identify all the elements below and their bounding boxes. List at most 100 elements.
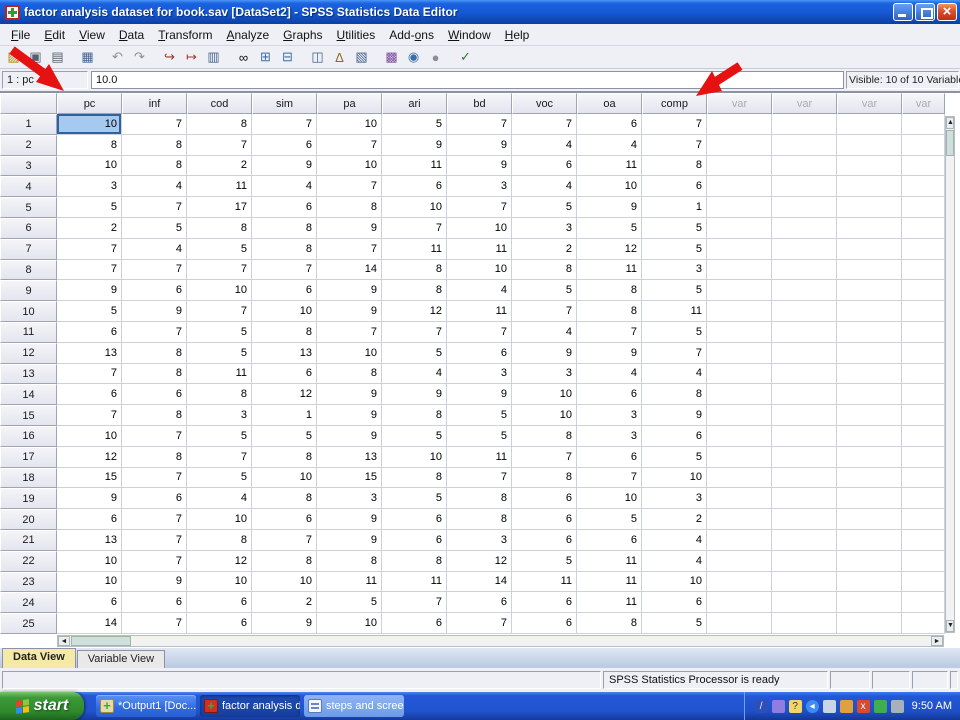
cell-14-var[interactable] bbox=[902, 384, 945, 405]
cell-4-ari[interactable]: 6 bbox=[382, 176, 447, 197]
cell-1-oa[interactable]: 6 bbox=[577, 114, 642, 135]
open-file-icon[interactable]: ▨ bbox=[3, 48, 24, 67]
print-icon[interactable]: ▤ bbox=[47, 48, 68, 67]
cell-17-oa[interactable]: 6 bbox=[577, 447, 642, 468]
cell-16-bd[interactable]: 5 bbox=[447, 426, 512, 447]
cell-1-sim[interactable]: 7 bbox=[252, 114, 317, 135]
cell-19-pa[interactable]: 3 bbox=[317, 488, 382, 509]
cell-14-voc[interactable]: 10 bbox=[512, 384, 577, 405]
cell-20-ari[interactable]: 6 bbox=[382, 509, 447, 530]
cell-2-pa[interactable]: 7 bbox=[317, 135, 382, 156]
cell-11-oa[interactable]: 7 bbox=[577, 322, 642, 343]
cell-7-var[interactable] bbox=[837, 239, 902, 260]
cell-20-cod[interactable]: 10 bbox=[187, 509, 252, 530]
insert-cases-icon[interactable]: ⊞ bbox=[255, 48, 276, 67]
cell-15-var[interactable] bbox=[837, 405, 902, 426]
restore-button[interactable] bbox=[915, 3, 935, 21]
cell-18-pa[interactable]: 15 bbox=[317, 468, 382, 489]
cell-25-pc[interactable]: 14 bbox=[57, 613, 122, 634]
cell-24-ari[interactable]: 7 bbox=[382, 592, 447, 613]
cell-19-var[interactable] bbox=[772, 488, 837, 509]
cell-7-inf[interactable]: 4 bbox=[122, 239, 187, 260]
menu-transform[interactable]: Transform bbox=[151, 26, 219, 44]
row-header-5[interactable]: 5 bbox=[0, 197, 57, 218]
cell-15-voc[interactable]: 10 bbox=[512, 405, 577, 426]
cell-8-pc[interactable]: 7 bbox=[57, 260, 122, 281]
cell-9-bd[interactable]: 4 bbox=[447, 280, 512, 301]
cell-7-var[interactable] bbox=[772, 239, 837, 260]
show-all-variables-icon[interactable]: ● bbox=[425, 48, 446, 67]
goto-case-icon[interactable]: ↪ bbox=[159, 48, 180, 67]
cell-2-var[interactable] bbox=[707, 135, 772, 156]
wireless-signal-icon[interactable] bbox=[874, 700, 887, 713]
tab-data-view[interactable]: Data View bbox=[2, 648, 76, 668]
cell-15-cod[interactable]: 3 bbox=[187, 405, 252, 426]
cell-25-var[interactable] bbox=[902, 613, 945, 634]
row-header-16[interactable]: 16 bbox=[0, 426, 57, 447]
cell-21-bd[interactable]: 3 bbox=[447, 530, 512, 551]
cell-25-var[interactable] bbox=[707, 613, 772, 634]
cell-2-ari[interactable]: 9 bbox=[382, 135, 447, 156]
cell-10-pc[interactable]: 5 bbox=[57, 301, 122, 322]
cell-2-oa[interactable]: 4 bbox=[577, 135, 642, 156]
cell-15-bd[interactable]: 5 bbox=[447, 405, 512, 426]
cell-21-var[interactable] bbox=[772, 530, 837, 551]
cell-20-var[interactable] bbox=[707, 509, 772, 530]
cell-11-comp[interactable]: 5 bbox=[642, 322, 707, 343]
row-header-9[interactable]: 9 bbox=[0, 280, 57, 301]
cell-10-cod[interactable]: 7 bbox=[187, 301, 252, 322]
cell-22-voc[interactable]: 5 bbox=[512, 551, 577, 572]
cell-17-sim[interactable]: 8 bbox=[252, 447, 317, 468]
cell-10-var[interactable] bbox=[902, 301, 945, 322]
row-header-7[interactable]: 7 bbox=[0, 239, 57, 260]
cell-9-sim[interactable]: 6 bbox=[252, 280, 317, 301]
cell-5-var[interactable] bbox=[707, 197, 772, 218]
cell-24-bd[interactable]: 6 bbox=[447, 592, 512, 613]
cell-6-sim[interactable]: 8 bbox=[252, 218, 317, 239]
cell-16-oa[interactable]: 3 bbox=[577, 426, 642, 447]
cell-2-var[interactable] bbox=[772, 135, 837, 156]
cell-1-ari[interactable]: 5 bbox=[382, 114, 447, 135]
cell-25-sim[interactable]: 9 bbox=[252, 613, 317, 634]
cell-24-var[interactable] bbox=[707, 592, 772, 613]
column-header-comp[interactable]: comp bbox=[642, 93, 707, 114]
cell-12-var[interactable] bbox=[837, 343, 902, 364]
cell-12-pa[interactable]: 10 bbox=[317, 343, 382, 364]
cell-16-pa[interactable]: 9 bbox=[317, 426, 382, 447]
cell-8-oa[interactable]: 11 bbox=[577, 260, 642, 281]
cell-5-var[interactable] bbox=[902, 197, 945, 218]
menu-edit[interactable]: Edit bbox=[37, 26, 72, 44]
cell-20-comp[interactable]: 2 bbox=[642, 509, 707, 530]
cell-3-voc[interactable]: 6 bbox=[512, 156, 577, 177]
cell-16-comp[interactable]: 6 bbox=[642, 426, 707, 447]
cell-22-cod[interactable]: 12 bbox=[187, 551, 252, 572]
cell-12-cod[interactable]: 5 bbox=[187, 343, 252, 364]
cell-7-pc[interactable]: 7 bbox=[57, 239, 122, 260]
cell-9-var[interactable] bbox=[837, 280, 902, 301]
cell-18-voc[interactable]: 8 bbox=[512, 468, 577, 489]
cell-5-sim[interactable]: 6 bbox=[252, 197, 317, 218]
pen-icon[interactable]: / bbox=[755, 700, 768, 713]
cell-8-cod[interactable]: 7 bbox=[187, 260, 252, 281]
cell-12-sim[interactable]: 13 bbox=[252, 343, 317, 364]
column-header-var[interactable]: var bbox=[902, 93, 945, 114]
cell-17-pa[interactable]: 13 bbox=[317, 447, 382, 468]
cell-1-voc[interactable]: 7 bbox=[512, 114, 577, 135]
cell-18-oa[interactable]: 7 bbox=[577, 468, 642, 489]
cell-21-var[interactable] bbox=[707, 530, 772, 551]
cell-21-pc[interactable]: 13 bbox=[57, 530, 122, 551]
cell-10-oa[interactable]: 8 bbox=[577, 301, 642, 322]
cell-15-var[interactable] bbox=[707, 405, 772, 426]
cell-21-var[interactable] bbox=[837, 530, 902, 551]
cell-14-sim[interactable]: 12 bbox=[252, 384, 317, 405]
menu-file[interactable]: File bbox=[4, 26, 37, 44]
cell-22-sim[interactable]: 8 bbox=[252, 551, 317, 572]
cell-20-pa[interactable]: 9 bbox=[317, 509, 382, 530]
cell-5-inf[interactable]: 7 bbox=[122, 197, 187, 218]
cell-9-var[interactable] bbox=[772, 280, 837, 301]
cell-3-var[interactable] bbox=[837, 156, 902, 177]
cell-13-pc[interactable]: 7 bbox=[57, 364, 122, 385]
network-monitor-icon[interactable] bbox=[823, 700, 836, 713]
cell-3-cod[interactable]: 2 bbox=[187, 156, 252, 177]
row-header-24[interactable]: 24 bbox=[0, 592, 57, 613]
